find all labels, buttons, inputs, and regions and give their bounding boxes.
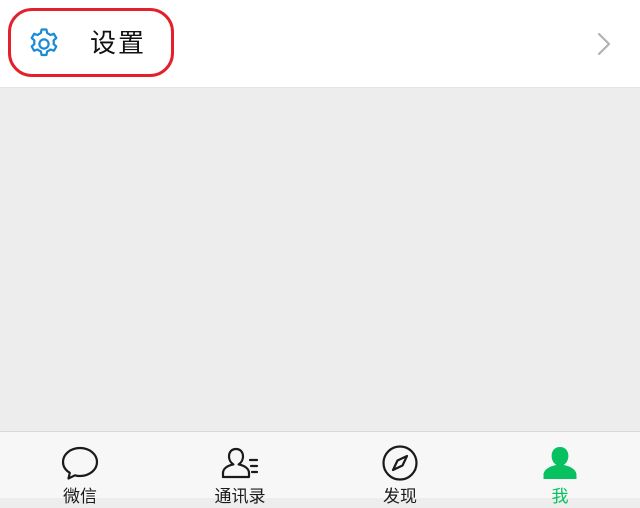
chat-bubble-icon xyxy=(61,446,99,480)
tab-label: 我 xyxy=(551,487,569,507)
tab-label: 发现 xyxy=(383,487,417,507)
settings-row[interactable]: 设置 xyxy=(0,0,640,88)
highlight-annotation xyxy=(8,8,174,77)
contacts-icon xyxy=(221,447,259,479)
chevron-right-icon xyxy=(597,32,611,56)
tab-contacts[interactable]: 通讯录 xyxy=(160,432,320,507)
person-icon xyxy=(543,447,577,479)
compass-icon xyxy=(382,445,418,481)
tab-me[interactable]: 我 xyxy=(480,432,640,507)
tab-label: 微信 xyxy=(63,487,97,507)
tab-discover[interactable]: 发现 xyxy=(320,432,480,507)
tab-wechat[interactable]: 微信 xyxy=(0,432,160,507)
content-area xyxy=(0,88,640,431)
tab-bar: 微信 通讯录 发现 我 xyxy=(0,431,640,507)
tab-label: 通讯录 xyxy=(214,487,266,507)
